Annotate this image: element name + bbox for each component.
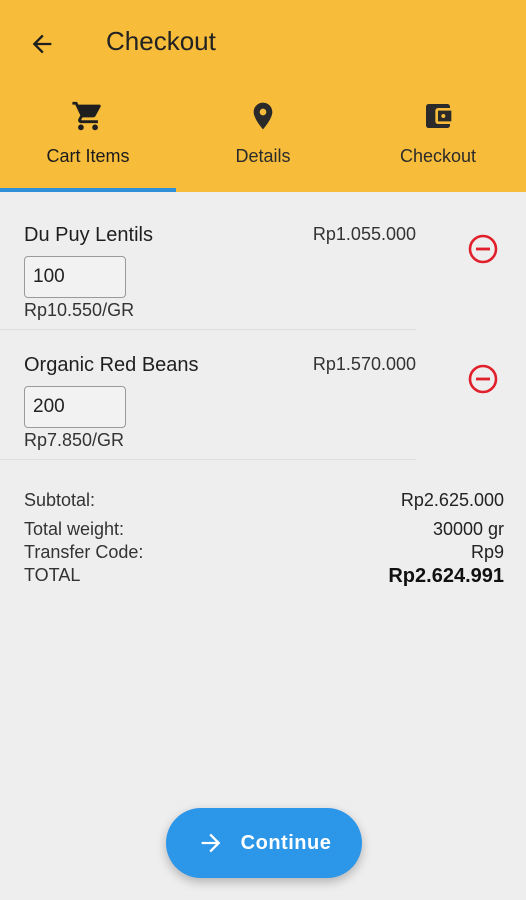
back-button[interactable]	[22, 24, 62, 64]
transfer-code-row: Transfer Code: Rp9	[24, 542, 504, 563]
arrow-left-icon	[32, 34, 52, 54]
subtotal-label: Subtotal:	[24, 490, 96, 510]
product-name: Organic Red Beans	[24, 354, 199, 376]
page-title: Checkout	[106, 26, 216, 56]
weight-value: 30000 gr	[432, 519, 504, 539]
location-pin-icon	[253, 102, 273, 130]
subtotal-row: Subtotal: Rp2.625.000	[24, 490, 504, 511]
transfer-code-label: Transfer Code:	[24, 542, 144, 562]
weight-label: Total weight:	[24, 519, 125, 539]
total-row: TOTAL Rp2.624.991	[24, 565, 504, 588]
cart-item: Organic Red Beans Rp1.570.000 Rp7.850/GR	[0, 330, 416, 460]
continue-button[interactable]: Continue	[166, 808, 362, 878]
tab-label: Cart Items	[46, 146, 130, 166]
app-bar: Checkout Cart Items Details Checkout	[0, 0, 526, 192]
transfer-code-value: Rp9	[470, 542, 504, 562]
total-value: Rp2.624.991	[388, 565, 504, 587]
tab-checkout[interactable]: Checkout	[350, 96, 526, 188]
quantity-input[interactable]	[24, 386, 126, 428]
unit-price: Rp10.550/GR	[24, 300, 135, 320]
remove-circle-icon	[468, 234, 498, 264]
remove-item-button[interactable]	[466, 362, 500, 396]
arrow-right-icon	[201, 833, 221, 853]
total-label: TOTAL	[24, 565, 81, 585]
product-price: Rp1.055.000	[312, 224, 416, 244]
tab-label: Checkout	[399, 146, 477, 166]
subtotal-value: Rp2.625.000	[400, 490, 504, 510]
continue-label: Continue	[240, 831, 332, 854]
quantity-input[interactable]	[24, 256, 126, 298]
product-price: Rp1.570.000	[312, 354, 416, 374]
remove-item-button[interactable]	[466, 232, 500, 266]
tab-cart-items[interactable]: Cart Items	[0, 96, 176, 188]
order-summary: Subtotal: Rp2.625.000 Total weight: 3000…	[24, 490, 504, 588]
product-name: Du Puy Lentils	[24, 224, 153, 246]
unit-price: Rp7.850/GR	[24, 430, 125, 450]
remove-circle-icon	[468, 364, 498, 394]
wallet-icon	[426, 104, 452, 128]
weight-row: Total weight: 30000 gr	[24, 519, 504, 540]
shopping-cart-icon	[72, 101, 101, 131]
divider	[0, 459, 416, 460]
cart-item: Du Puy Lentils Rp1.055.000 Rp10.550/GR	[0, 200, 416, 330]
tab-label: Details	[235, 146, 291, 166]
tab-details[interactable]: Details	[175, 96, 351, 188]
active-tab-indicator	[0, 188, 176, 192]
